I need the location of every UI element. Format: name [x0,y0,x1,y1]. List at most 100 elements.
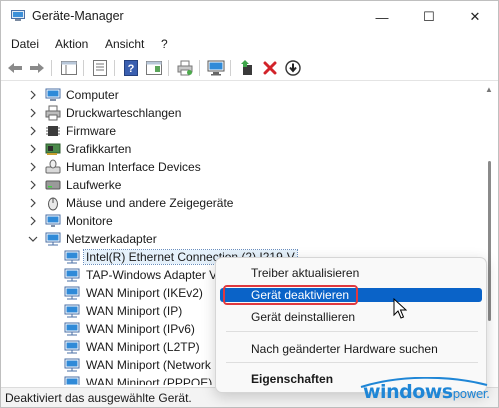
forward-button[interactable] [27,58,47,78]
toolbar-separator [168,60,169,76]
network-adapter-icon [64,286,80,300]
network-adapter-icon [64,340,80,354]
menu-separator [226,362,478,363]
device-manager-app-icon [11,10,25,21]
tree-category-firmware[interactable]: Firmware [1,122,482,140]
maximize-button[interactable]: ☐ [406,1,452,33]
hid-icon [45,159,61,174]
chevron-right-icon[interactable] [27,179,39,191]
menu-item-label: Gerät deinstallieren [251,310,356,324]
help-button[interactable]: ? [121,58,141,78]
menu-item-label: Nach geänderter Hardware suchen [251,342,438,356]
tree-category-mice[interactable]: Mäuse und andere Zeigegeräte [1,194,482,212]
tree-category-label: Laufwerke [66,178,122,192]
maximize-icon: ☐ [423,9,435,24]
tree-category-hid[interactable]: Human Interface Devices [1,158,482,176]
back-button[interactable] [5,58,25,78]
toolbar-separator [83,60,84,76]
menu-item-uninstall-device[interactable]: Gerät deinstallieren [216,306,486,328]
tree-category-computer[interactable]: Computer [1,86,482,104]
network-adapter-icon [64,322,80,336]
tree-device-label: TAP-Windows Adapter V [86,268,218,282]
tree-category-drives[interactable]: Laufwerke [1,176,482,194]
title-bar: Geräte-Manager — ☐ ✕ [1,1,498,33]
tree-view-icon [61,61,77,75]
chevron-right-icon[interactable] [27,107,39,119]
minimize-button[interactable]: — [359,1,405,33]
watermark-text: windowspower. [363,381,490,403]
network-adapter-icon [64,304,80,318]
close-icon: ✕ [469,9,481,24]
menu-aktion[interactable]: Aktion [55,37,88,51]
disable-device-button[interactable] [283,58,303,78]
menu-datei[interactable]: Datei [11,37,39,51]
print-button[interactable] [175,58,195,78]
watermark-main: windows [363,381,453,403]
tree-category-network-adapters[interactable]: Netzwerkadapter [1,230,482,248]
menu-item-label: Eigenschaften [251,372,334,386]
scrollbar-thumb[interactable] [488,161,491,321]
scan-monitor-icon [207,60,225,76]
chevron-right-icon[interactable] [27,215,39,227]
svg-text:?: ? [128,63,135,75]
update-driver-icon [241,60,252,75]
mouse-cursor-icon [393,298,407,319]
menu-ansicht[interactable]: Ansicht [105,37,144,51]
tree-category-label: Netzwerkadapter [66,232,157,246]
chevron-right-icon[interactable] [27,197,39,209]
menu-item-scan-hardware[interactable]: Nach geänderter Hardware suchen [216,338,486,360]
uninstall-device-button[interactable] [260,58,280,78]
menu-item-update-driver[interactable]: Treiber aktualisieren [216,262,486,284]
menu-bar: Datei Aktion Ansicht ? [1,33,498,55]
tree-device-label: WAN Miniport (IPv6) [86,322,195,336]
watermark-logo: windowspower. [360,377,498,407]
minimize-icon: — [375,9,389,25]
action-pane-button[interactable] [144,58,164,78]
disable-arrow-icon [285,60,301,76]
window-title: Geräte-Manager [32,9,124,23]
status-text: Deaktiviert das ausgewählte Gerät. [5,391,192,405]
delete-x-icon [263,61,277,75]
tree-category-label: Mäuse und andere Zeigegeräte [66,196,234,210]
chevron-right-icon[interactable] [27,125,39,137]
menu-item-label: Treiber aktualisieren [251,266,360,280]
chevron-right-icon[interactable] [27,143,39,155]
network-adapter-icon [64,268,80,282]
tree-category-label: Computer [66,88,119,102]
computer-icon [45,88,61,101]
close-button[interactable]: ✕ [452,1,498,33]
chevron-right-icon[interactable] [27,161,39,173]
arrow-left-icon [8,63,22,73]
tree-category-monitors[interactable]: Monitore [1,212,482,230]
console-tree-button[interactable] [59,58,79,78]
network-adapter-icon [64,376,80,385]
toolbar: ? [1,55,498,81]
tree-device-label: WAN Miniport (PPPOE) [86,376,213,385]
menu-help[interactable]: ? [161,37,168,51]
tree-category-printers[interactable]: Druckwarteschlangen [1,104,482,122]
scroll-up-arrow-icon[interactable]: ▲ [485,85,493,94]
tree-category-label: Monitore [66,214,113,228]
chevron-right-icon[interactable] [27,89,39,101]
tree-category-label: Grafikkarten [66,142,132,156]
scan-hardware-button[interactable] [206,58,226,78]
network-adapter-icon [64,358,80,372]
toolbar-separator [199,60,200,76]
highlight-annotation-box [223,285,358,305]
action-pane-icon [146,61,162,75]
context-menu: Treiber aktualisieren Gerät deaktivieren… [215,257,487,393]
toolbar-separator [114,60,115,76]
tree-category-label: Firmware [66,124,116,138]
chip-icon [46,126,60,136]
drive-icon [45,180,61,190]
chevron-down-icon[interactable] [27,233,39,245]
display-adapter-icon [45,143,61,155]
tree-device-label: WAN Miniport (L2TP) [86,340,200,354]
printer-icon [177,60,193,76]
tree-device-label: WAN Miniport (Network [86,358,211,372]
device-manager-window: Geräte-Manager — ☐ ✕ Datei Aktion Ansich… [0,0,499,408]
menu-separator [226,331,478,332]
tree-category-graphics[interactable]: Grafikkarten [1,140,482,158]
update-driver-button[interactable] [237,58,257,78]
properties-button[interactable] [90,58,110,78]
